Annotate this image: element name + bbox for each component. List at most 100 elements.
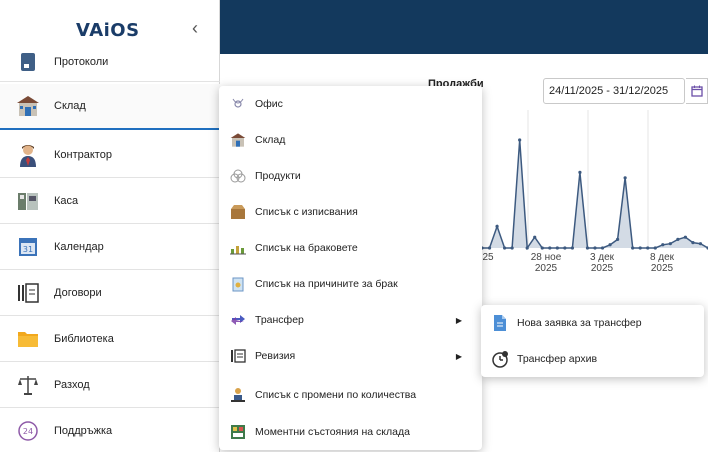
context-menu: Офис Склад Продукти Списък с изписвания …	[219, 86, 482, 450]
data-point[interactable]	[631, 246, 635, 250]
calendar-badge: 31	[23, 245, 33, 254]
menu-item-warehouse[interactable]: Склад	[219, 122, 482, 158]
menu-item-label: Склад	[255, 134, 286, 146]
archive-icon	[491, 350, 509, 368]
protocol-icon	[16, 50, 40, 74]
sidebar-item-contracts[interactable]: Договори	[0, 270, 220, 316]
warehouse-icon	[229, 131, 247, 149]
sidebar-item-contractor[interactable]: Контрактор	[0, 132, 220, 178]
data-point[interactable]	[533, 235, 537, 239]
date-range-input[interactable]: 24/11/2025 - 31/12/2025	[543, 78, 685, 104]
data-point[interactable]	[646, 246, 650, 250]
submenu-arrow-icon: ▶	[455, 351, 462, 361]
data-point[interactable]	[653, 246, 657, 250]
sidebar-item-warehouse[interactable]: Склад	[0, 84, 220, 130]
menu-item-label: Списък с промени по количества	[255, 389, 417, 401]
sidebar-item-label: Библиотека	[54, 332, 114, 345]
x-tick-label: 8 дек 2025	[649, 252, 675, 274]
quantity-changes-icon	[229, 386, 247, 404]
menu-item-label: Трансфер	[255, 314, 304, 326]
scales-icon	[16, 373, 40, 397]
data-point[interactable]	[487, 246, 492, 250]
menu-item-defects[interactable]: Списък на браковете	[219, 230, 482, 266]
data-point[interactable]	[518, 138, 522, 142]
submenu-item-label: Нова заявка за трансфер	[517, 317, 642, 329]
data-point[interactable]	[503, 246, 507, 250]
submenu-item-label: Трансфер архив	[517, 353, 598, 365]
submenu-item-new-transfer-request[interactable]: Нова заявка за трансфер	[481, 305, 704, 341]
sidebar-item-label: Протоколи	[54, 55, 109, 68]
data-point[interactable]	[482, 246, 484, 250]
submenu-arrow-icon: ▶	[455, 315, 462, 325]
header-bar	[220, 0, 708, 54]
sidebar-item-cash[interactable]: Каса	[0, 178, 220, 224]
sidebar-item-label: Разход	[54, 378, 90, 391]
data-point[interactable]	[570, 246, 574, 250]
menu-item-transfer[interactable]: Трансфер ▶	[219, 302, 482, 338]
calendar-icon	[690, 85, 703, 97]
transfer-submenu: Нова заявка за трансфер Трансфер архив	[481, 305, 704, 377]
data-point[interactable]	[683, 235, 687, 239]
data-point[interactable]	[510, 246, 514, 250]
date-picker-button[interactable]	[686, 78, 708, 104]
sales-chart	[482, 110, 708, 250]
data-point[interactable]	[578, 170, 582, 174]
sidebar-item-expense[interactable]: Разход	[0, 362, 220, 408]
data-point[interactable]	[525, 246, 529, 250]
x-tick-label: 3 дек 2025	[589, 252, 615, 274]
data-point[interactable]	[638, 246, 642, 250]
collapse-sidebar-icon[interactable]: ‹	[192, 18, 198, 39]
revision-icon	[229, 347, 247, 365]
data-point[interactable]	[698, 242, 703, 246]
menu-item-revision[interactable]: Ревизия ▶	[219, 338, 482, 374]
data-point[interactable]	[593, 246, 597, 250]
office-icon	[229, 95, 247, 113]
data-point[interactable]	[585, 246, 590, 250]
sidebar-item-calendar[interactable]: 31 Календар	[0, 224, 220, 270]
sidebar-item-support[interactable]: 24 Поддръжка	[0, 408, 220, 452]
menu-item-quantity-changes[interactable]: Списък с промени по количества	[219, 377, 482, 413]
menu-item-label: Списък на браковете	[255, 242, 358, 254]
data-point[interactable]	[668, 242, 672, 246]
data-point[interactable]	[616, 237, 620, 241]
warehouse-state-icon	[229, 423, 247, 441]
menu-item-defect-reasons[interactable]: Списък на причините за брак	[219, 266, 482, 302]
app-logo[interactable]: VAiOS	[76, 20, 140, 41]
data-point[interactable]	[540, 246, 544, 250]
data-point[interactable]	[563, 246, 567, 250]
menu-item-write-offs[interactable]: Списък с изписвания	[219, 194, 482, 230]
data-point[interactable]	[608, 243, 612, 247]
data-point[interactable]	[555, 246, 559, 250]
folder-icon	[16, 327, 40, 351]
products-icon	[229, 167, 247, 185]
data-point[interactable]	[495, 224, 499, 228]
menu-item-label: Офис	[255, 98, 283, 110]
x-tick-label: 28 ное 2025	[530, 252, 562, 274]
menu-item-label: Моментни състояния на склада	[255, 426, 410, 438]
sidebar-item-protocols[interactable]: Протоколи	[0, 42, 220, 82]
menu-item-office[interactable]: Офис	[219, 86, 482, 122]
contractor-icon	[16, 143, 40, 167]
warehouse-icon	[16, 94, 40, 118]
sidebar-item-label: Договори	[54, 286, 102, 299]
data-point[interactable]	[623, 176, 627, 180]
support-24-icon: 24	[16, 419, 40, 443]
data-point[interactable]	[661, 243, 665, 247]
data-point[interactable]	[600, 246, 605, 250]
data-point[interactable]	[676, 237, 680, 241]
data-point[interactable]	[691, 241, 695, 245]
menu-item-products[interactable]: Продукти	[219, 158, 482, 194]
new-request-icon	[491, 314, 509, 332]
submenu-item-transfer-archive[interactable]: Трансфер архив	[481, 341, 704, 377]
box-icon	[229, 203, 247, 221]
transfer-icon	[229, 311, 247, 329]
menu-item-label: Списък с изписвания	[255, 206, 358, 218]
sidebar-item-label: Склад	[54, 100, 86, 112]
calendar-icon: 31	[16, 235, 40, 259]
support-badge: 24	[23, 427, 33, 436]
data-point[interactable]	[548, 246, 552, 250]
menu-item-label: Продукти	[255, 170, 301, 182]
menu-item-warehouse-states[interactable]: Моментни състояния на склада	[219, 414, 482, 450]
sidebar-item-library[interactable]: Библиотека	[0, 316, 220, 362]
reasons-icon	[229, 275, 247, 293]
